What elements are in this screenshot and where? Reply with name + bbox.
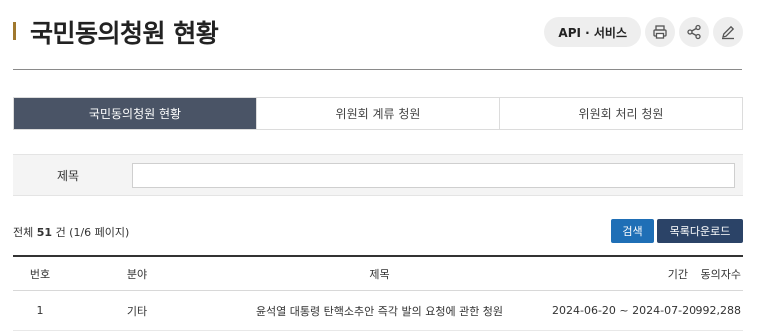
column-header-agree-count: 동의자수	[700, 267, 741, 281]
title-search-input[interactable]	[132, 163, 735, 188]
row-period: 2024-06-20 ~ 2024-07-20	[552, 304, 697, 317]
result-summary: 전체 51 건 (1/6 페이지)	[13, 224, 129, 240]
row-title-link[interactable]: 윤석열 대통령 탄핵소추안 즉각 발의 요청에 관한 청원	[207, 303, 552, 319]
tab-committee-processed[interactable]: 위원회 처리 청원	[499, 98, 742, 129]
row-number: 1	[36, 304, 44, 317]
column-header-field: 분야	[126, 267, 148, 281]
api-service-button[interactable]: API · 서비스	[544, 17, 641, 47]
summary-suffix: 건 (1/6 페이지)	[55, 226, 130, 239]
column-header-period: 기간	[667, 267, 688, 281]
tab-committee-pending[interactable]: 위원회 계류 청원	[256, 98, 499, 129]
row-field: 기타	[126, 304, 148, 318]
column-header-number: 번호	[29, 267, 51, 281]
petition-tabs: 국민동의청원 현황 위원회 계류 청원 위원회 처리 청원	[13, 97, 743, 130]
page-title: 국민동의청원 현황	[30, 19, 219, 48]
petition-table: 번호 분야 제목 기간 동의자수 1 기타 윤석열 대통령 탄핵소추안 즉각 발…	[13, 255, 743, 331]
print-button[interactable]	[645, 17, 675, 47]
title-accent-bar	[13, 22, 16, 40]
print-icon	[653, 25, 667, 39]
page-header: 국민동의청원 현황 API · 서비스	[13, 0, 743, 70]
list-download-button[interactable]: 목록다운로드	[657, 219, 743, 243]
row-agree-count: 992,288	[695, 304, 742, 317]
share-button[interactable]	[679, 17, 709, 47]
total-count: 51	[36, 226, 53, 239]
column-header-title: 제목	[369, 267, 390, 281]
edit-icon	[722, 25, 735, 40]
summary-prefix: 전체	[13, 226, 34, 239]
tab-petition-status[interactable]: 국민동의청원 현황	[14, 98, 256, 129]
edit-button[interactable]	[713, 17, 743, 47]
table-header-row: 번호 분야 제목 기간 동의자수	[13, 257, 743, 291]
header-tools: API · 서비스	[544, 17, 743, 47]
table-row[interactable]: 1 기타 윤석열 대통령 탄핵소추안 즉각 발의 요청에 관한 청원 2024-…	[13, 291, 743, 331]
share-icon	[687, 24, 701, 40]
search-panel: 제목	[13, 154, 743, 196]
title-search-label: 제목	[56, 168, 80, 183]
search-button[interactable]: 검색	[611, 219, 654, 243]
header-divider	[13, 69, 742, 70]
